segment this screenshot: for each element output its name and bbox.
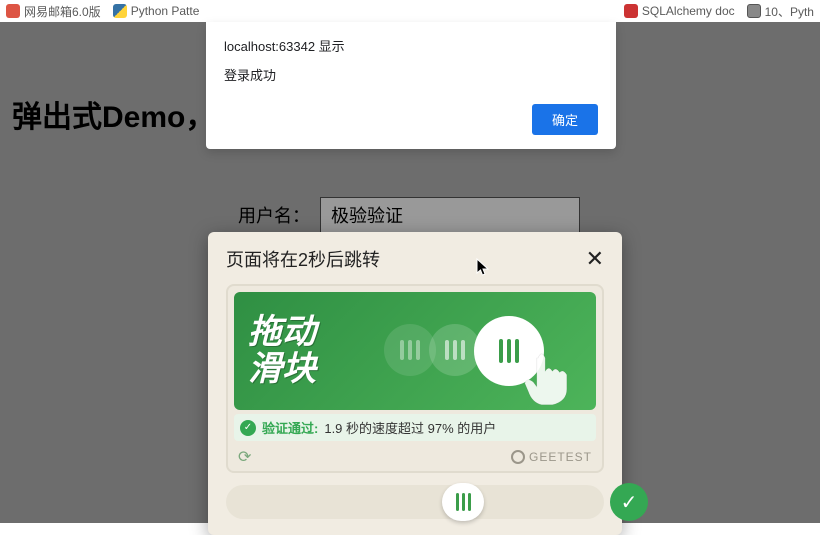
alert-message: 登录成功 <box>224 65 598 84</box>
username-row: 用户名： <box>238 197 580 233</box>
geetest-logo-icon <box>511 450 525 464</box>
python-icon <box>113 4 127 18</box>
captcha-image: 拖动 滑块 <box>234 292 596 410</box>
captcha-drag-text: 拖动 滑块 <box>248 314 316 389</box>
username-label: 用户名： <box>238 202 310 228</box>
mail-icon <box>6 4 20 18</box>
captcha-status: ✓ 验证通过: 1.9 秒的速度超过 97% 的用户 <box>234 414 596 441</box>
bookmark-item[interactable]: Python Patte <box>113 4 200 18</box>
bookmark-label: 网易邮箱6.0版 <box>24 3 101 20</box>
js-alert-dialog: localhost:63342 显示 登录成功 确定 <box>206 22 616 149</box>
slider-knob[interactable] <box>442 483 484 521</box>
folder-icon <box>747 4 761 18</box>
captcha-status-label: 验证通过: <box>262 418 318 437</box>
check-icon: ✓ <box>240 420 256 436</box>
bookmark-label: Python Patte <box>131 4 200 18</box>
geetest-brand: GEETEST <box>511 450 592 464</box>
bookmarks-bar: 网易邮箱6.0版 Python Patte SQLAlchemy doc 10、… <box>0 0 820 22</box>
bookmark-item[interactable]: SQLAlchemy doc <box>624 4 735 18</box>
hand-pointer-icon <box>514 346 574 406</box>
captcha-body: 拖动 滑块 ✓ 验证通过: 1.9 秒的速度超过 97% 的用户 ⟳ <box>226 284 604 473</box>
refresh-icon[interactable]: ⟳ <box>238 447 251 467</box>
bookmark-item[interactable]: 10、Pyth <box>747 3 814 20</box>
username-input[interactable] <box>320 197 580 233</box>
page-content: 弹出式Demo， 的验证结果值 用户名： localhost:63342 显示 … <box>0 22 820 523</box>
close-icon[interactable]: ✕ <box>586 248 604 270</box>
captcha-footer: ⟳ GEETEST <box>234 441 596 469</box>
captcha-title: 页面将在2秒后跳转 <box>226 246 380 272</box>
captcha-status-detail: 1.9 秒的速度超过 97% 的用户 <box>324 418 496 437</box>
sqlalchemy-icon <box>624 4 638 18</box>
alert-ok-button[interactable]: 确定 <box>532 104 598 135</box>
success-check-icon: ✓ <box>610 483 648 521</box>
bookmark-label: 10、Pyth <box>765 3 814 20</box>
bookmark-label: SQLAlchemy doc <box>642 4 735 18</box>
bookmark-item[interactable]: 网易邮箱6.0版 <box>6 3 101 20</box>
alert-origin: localhost:63342 显示 <box>224 36 598 55</box>
captcha-dialog: 页面将在2秒后跳转 ✕ 拖动 滑块 ✓ 验证通过: 1.9 秒的速度超过 97%… <box>208 232 622 535</box>
slider-track[interactable]: ✓ <box>226 485 604 519</box>
